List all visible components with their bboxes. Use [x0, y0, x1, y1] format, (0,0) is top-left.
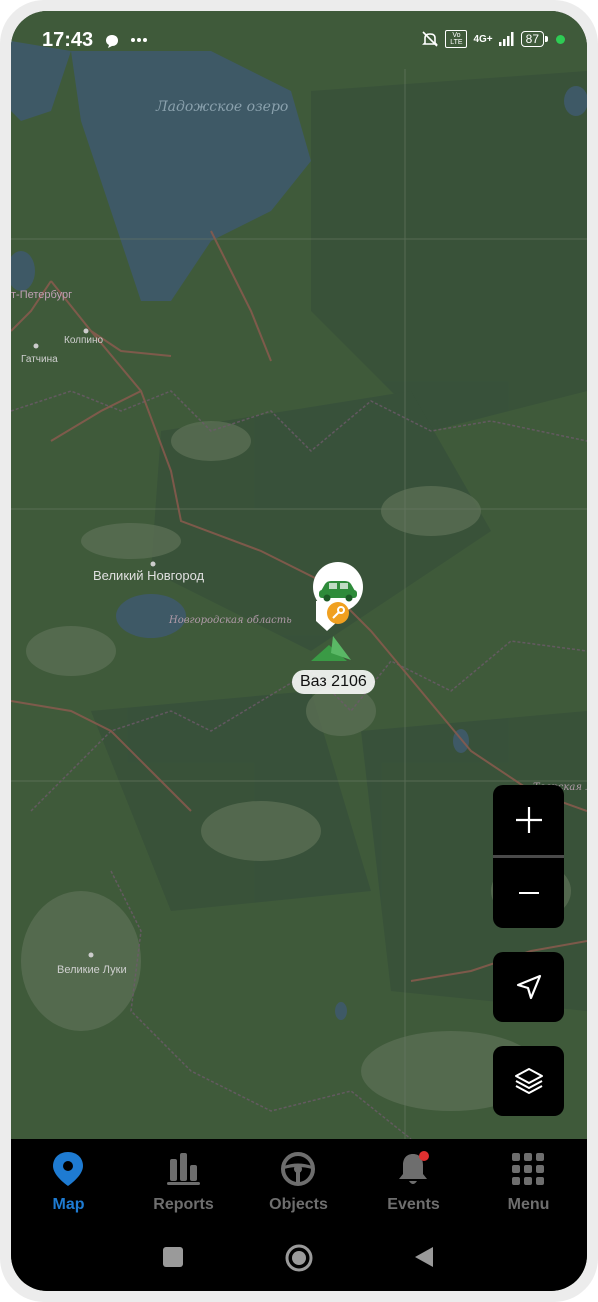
- minus-icon: [518, 892, 539, 894]
- phone-frame: Ладожское озеро т-Петербург Колпино Гатч…: [0, 0, 598, 1302]
- nav-item-events[interactable]: Events: [356, 1139, 471, 1239]
- map-label-gatchina: Гатчина: [21, 354, 58, 365]
- nav-item-objects[interactable]: Objects: [241, 1139, 356, 1239]
- battery-indicator: 87: [520, 31, 549, 47]
- map-label-velikie-luki: Великие Луки: [57, 964, 127, 976]
- grid-icon: [512, 1153, 544, 1185]
- home-button[interactable]: [284, 1243, 314, 1273]
- nav-label-events: Events: [387, 1196, 440, 1213]
- nav-item-reports[interactable]: Reports: [126, 1139, 241, 1239]
- bar-chart-icon: [167, 1153, 200, 1185]
- nav-label-menu: Menu: [507, 1196, 550, 1213]
- volte-badge: Vo LTE: [445, 30, 468, 48]
- nav-label-map: Map: [52, 1196, 85, 1213]
- status-time: 17:43: [42, 29, 94, 51]
- bell-muted-icon: [422, 31, 439, 47]
- status-right: Vo LTE 4G+ 87: [421, 30, 565, 48]
- zoom-in-button[interactable]: [493, 785, 564, 855]
- nav-item-menu[interactable]: Menu: [471, 1139, 586, 1239]
- layers-icon: [514, 1068, 543, 1094]
- signal-icon: [498, 32, 514, 46]
- nav-label-objects: Objects: [269, 1196, 328, 1213]
- recent-apps-button[interactable]: [162, 1246, 184, 1268]
- privacy-dot: [556, 34, 565, 44]
- navigation-arrow-icon: [516, 974, 541, 1000]
- chat-bubble-icon: [106, 35, 118, 48]
- bell-icon: [399, 1151, 429, 1184]
- nav-label-reports: Reports: [153, 1196, 214, 1213]
- map-label-region-novgorod: Новгородская область: [168, 615, 292, 626]
- my-location-button[interactable]: [493, 952, 564, 1022]
- ignition-key-icon: [327, 602, 349, 624]
- bottom-navigation: Map Reports Objects Events Menu: [11, 1139, 587, 1239]
- nav-item-map[interactable]: Map: [11, 1139, 126, 1239]
- zoom-out-button[interactable]: [493, 858, 564, 928]
- map-pin-icon: [53, 1152, 83, 1186]
- status-bar: 17:43 Vo LTE 4G+ 87: [11, 11, 587, 69]
- plus-icon: [515, 807, 542, 833]
- map-label-novgorod: Великий Новгород: [93, 568, 205, 583]
- screen: Ладожское озеро т-Петербург Колпино Гатч…: [11, 11, 587, 1291]
- steering-wheel-icon: [281, 1152, 315, 1186]
- map-label-lake: Ладожское озеро: [155, 99, 288, 115]
- system-navigation-bar: [11, 1239, 587, 1291]
- map-label-kolpino: Колпино: [64, 335, 104, 346]
- back-button[interactable]: [413, 1245, 435, 1269]
- map-layers-button[interactable]: [493, 1046, 564, 1116]
- network-type: 4G+: [473, 33, 493, 45]
- zoom-control: [493, 785, 564, 928]
- map-label-spb: т-Петербург: [11, 289, 72, 301]
- vehicle-label[interactable]: Ваз 2106: [292, 670, 375, 694]
- more-dots-icon: [131, 38, 147, 42]
